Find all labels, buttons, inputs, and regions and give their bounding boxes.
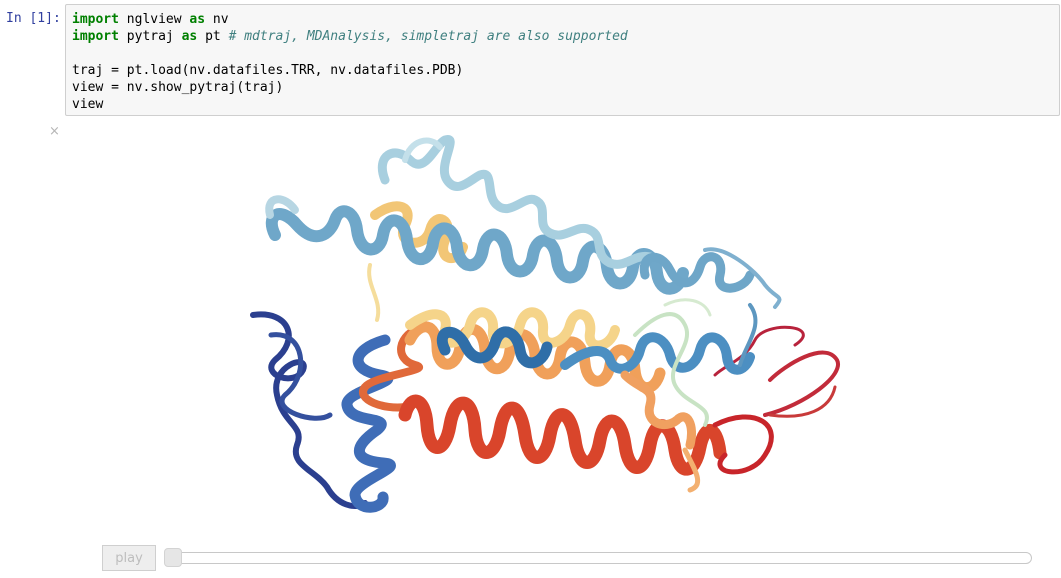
code-keyword: import <box>72 29 119 44</box>
code-text: nv <box>205 12 229 27</box>
code-line: view = nv.show_pytraj(traj) <box>72 80 284 95</box>
close-output-icon[interactable]: × <box>49 124 60 139</box>
play-button[interactable]: play <box>102 545 156 571</box>
frame-slider-handle[interactable] <box>164 548 182 567</box>
code-keyword: import <box>72 12 119 27</box>
code-keyword: as <box>189 12 206 27</box>
code-line: import pytraj as pt # mdtraj, MDAnalysis… <box>72 28 1059 45</box>
code-text: pt <box>197 29 229 44</box>
code-text: nglview <box>118 12 190 27</box>
protein-ribbon-icon <box>250 135 840 513</box>
frame-slider[interactable] <box>164 552 1032 564</box>
code-line: import nglview as nv <box>72 11 1059 28</box>
code-keyword: as <box>181 29 198 44</box>
code-line: traj = pt.load(nv.datafiles.TRR, nv.data… <box>72 63 464 78</box>
code-text: pytraj <box>118 29 182 44</box>
code-comment: # mdtraj, MDAnalysis, simpletraj are als… <box>228 29 628 44</box>
molecule-viewer[interactable] <box>65 125 1060 535</box>
code-cell[interactable]: import nglview as nv import pytraj as pt… <box>65 4 1060 116</box>
code-line: view <box>72 97 104 112</box>
cell-prompt: In [1]: <box>6 11 61 26</box>
